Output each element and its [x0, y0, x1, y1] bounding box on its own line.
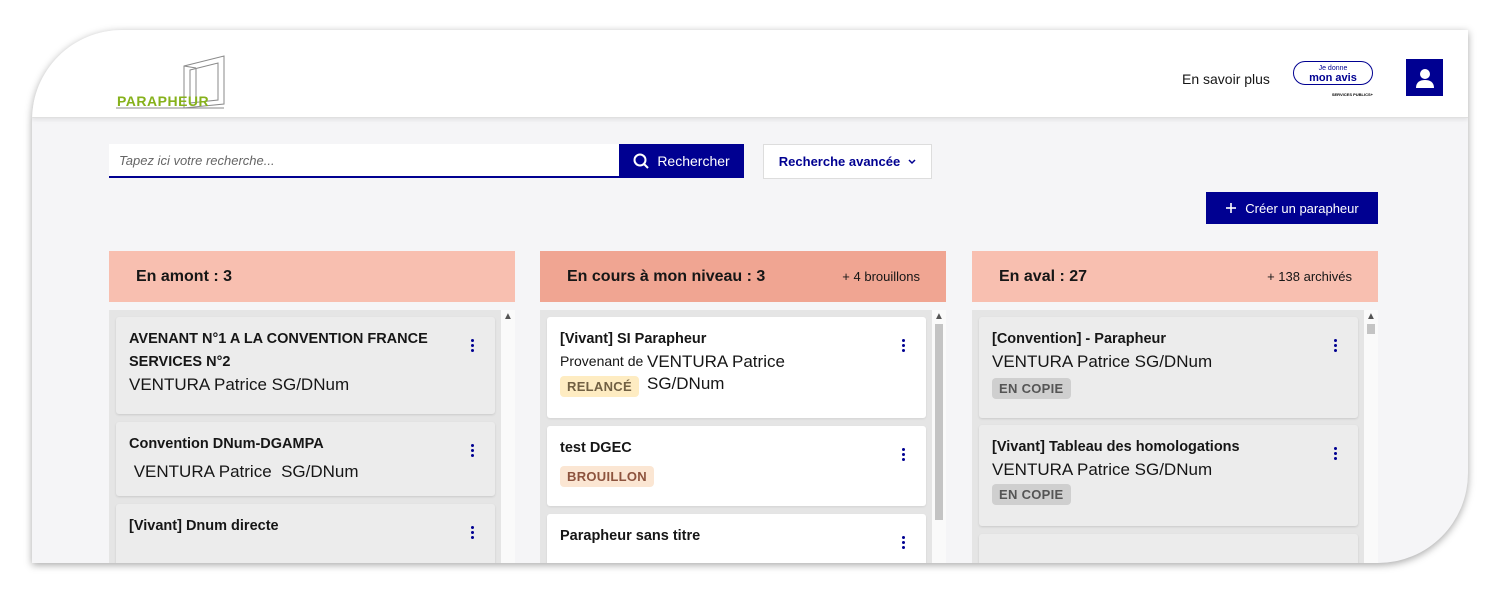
status-badge: RELANCÉ	[560, 376, 639, 397]
rechercher-label: Rechercher	[657, 153, 730, 169]
column-title: En aval : 27	[999, 267, 1088, 285]
card-title: Convention DNum-DGAMPA	[129, 436, 324, 452]
parapheur-card[interactable]: [Convention] - Parapheur VENTURA Patrice…	[979, 317, 1358, 418]
column-header-en-amont: En amont : 3	[109, 251, 515, 302]
parapheur-card[interactable]: Parapheur sans titre	[547, 514, 926, 563]
parapheur-card[interactable]	[979, 534, 1358, 563]
en-savoir-plus-link[interactable]: En savoir plus	[1182, 71, 1270, 87]
column-title: En cours à mon niveau : 3	[567, 267, 766, 285]
card-person: VENTURA Patrice SG/DNum	[129, 375, 350, 394]
avis-big-text: mon avis	[1309, 72, 1357, 84]
kebab-menu-icon[interactable]	[900, 339, 906, 353]
card-title: [Vivant] Tableau des homologations	[992, 439, 1240, 455]
scrollbar-thumb[interactable]	[1367, 324, 1375, 334]
card-person: VENTURA Patrice SG/DNum	[992, 352, 1213, 371]
user-icon	[1415, 68, 1434, 88]
provenant-label: Provenant de	[560, 353, 644, 369]
kebab-menu-icon[interactable]	[1332, 339, 1338, 353]
search-icon	[633, 153, 650, 169]
kebab-menu-icon[interactable]	[469, 339, 475, 353]
card-title: [Convention] - Parapheur	[992, 331, 1167, 347]
card-meta: Provenant de VENTURA Patrice RELANCÉ SG/…	[560, 351, 914, 401]
archives-link[interactable]: + 138 archivés	[1267, 269, 1352, 284]
logo-text: PARAPHEUR	[117, 93, 210, 109]
card-title: Parapheur sans titre	[560, 528, 701, 544]
search-input[interactable]	[109, 144, 619, 178]
column-body-en-cours: [Vivant] SI Parapheur Provenant de VENTU…	[540, 310, 946, 563]
services-publics-text: SERVICES PUBLICS+	[1331, 92, 1373, 97]
kebab-menu-icon[interactable]	[469, 444, 475, 458]
scroll-up-icon[interactable]: ▲	[934, 311, 944, 322]
column-body-en-amont: AVENANT N°1 A LA CONVENTION FRANCE SERVI…	[109, 310, 515, 563]
app-window: PARAPHEUR En savoir plus Je donne mon av…	[32, 30, 1468, 563]
scrollbar[interactable]: ▲	[501, 310, 515, 563]
parapheur-card[interactable]: [Vivant] Dnum directe	[116, 504, 495, 563]
card-person-unit: SG/DNum	[647, 374, 725, 393]
chevron-down-icon	[908, 158, 916, 164]
parapheur-card[interactable]: AVENANT N°1 A LA CONVENTION FRANCE SERVI…	[116, 317, 495, 414]
status-badge: EN COPIE	[992, 378, 1071, 399]
kebab-menu-icon[interactable]	[469, 526, 475, 540]
card-title: [Vivant] Dnum directe	[129, 518, 279, 534]
parapheur-card[interactable]: [Vivant] SI Parapheur Provenant de VENTU…	[547, 317, 926, 418]
card-title: test DGEC	[560, 440, 632, 456]
status-badge: EN COPIE	[992, 484, 1071, 505]
scroll-up-icon[interactable]: ▲	[503, 311, 513, 322]
recherche-avancee-button[interactable]: Recherche avancée	[763, 144, 932, 179]
column-header-en-aval: En aval : 27 + 138 archivés	[972, 251, 1378, 302]
rechercher-button[interactable]: Rechercher	[619, 144, 744, 178]
creer-parapheur-button[interactable]: Créer un parapheur	[1206, 192, 1378, 224]
plus-icon	[1226, 203, 1237, 213]
parapheur-card[interactable]: [Vivant] Tableau des homologations VENTU…	[979, 425, 1358, 526]
parapheur-card[interactable]: test DGEC BROUILLON	[547, 426, 926, 506]
je-donne-mon-avis-badge[interactable]: Je donne mon avis SERVICES PUBLICS+	[1293, 61, 1375, 97]
column-title: En amont : 3	[136, 267, 233, 285]
column-header-en-cours: En cours à mon niveau : 3 + 4 brouillons	[540, 251, 946, 302]
card-person: VENTURA Patrice	[647, 352, 785, 371]
scroll-up-icon[interactable]: ▲	[1366, 311, 1376, 322]
parapheur-logo[interactable]: PARAPHEUR	[114, 52, 226, 112]
scrollbar[interactable]: ▲	[1364, 310, 1378, 563]
avis-pill: Je donne mon avis	[1293, 61, 1373, 85]
scrollbar-thumb[interactable]	[935, 324, 943, 520]
status-badge: BROUILLON	[560, 466, 654, 487]
card-person: VENTURA Patrice SG/DNum	[992, 460, 1213, 479]
card-title: [Vivant] SI Parapheur	[560, 331, 707, 347]
creer-parapheur-label: Créer un parapheur	[1245, 200, 1359, 216]
header: PARAPHEUR En savoir plus Je donne mon av…	[32, 30, 1468, 118]
card-title: AVENANT N°1 A LA CONVENTION FRANCE SERVI…	[129, 331, 428, 370]
column-body-en-aval: [Convention] - Parapheur VENTURA Patrice…	[972, 310, 1378, 563]
kebab-menu-icon[interactable]	[1332, 447, 1338, 461]
kebab-menu-icon[interactable]	[900, 536, 906, 550]
parapheur-card[interactable]: Convention DNum-DGAMPA VENTURA Patrice S…	[116, 422, 495, 496]
brouillons-link[interactable]: + 4 brouillons	[842, 269, 920, 284]
kebab-menu-icon[interactable]	[900, 448, 906, 462]
recherche-avancee-label: Recherche avancée	[778, 154, 901, 169]
card-person: VENTURA Patrice SG/DNum	[129, 462, 359, 481]
account-button[interactable]	[1406, 59, 1443, 96]
scrollbar[interactable]: ▲	[932, 310, 946, 563]
